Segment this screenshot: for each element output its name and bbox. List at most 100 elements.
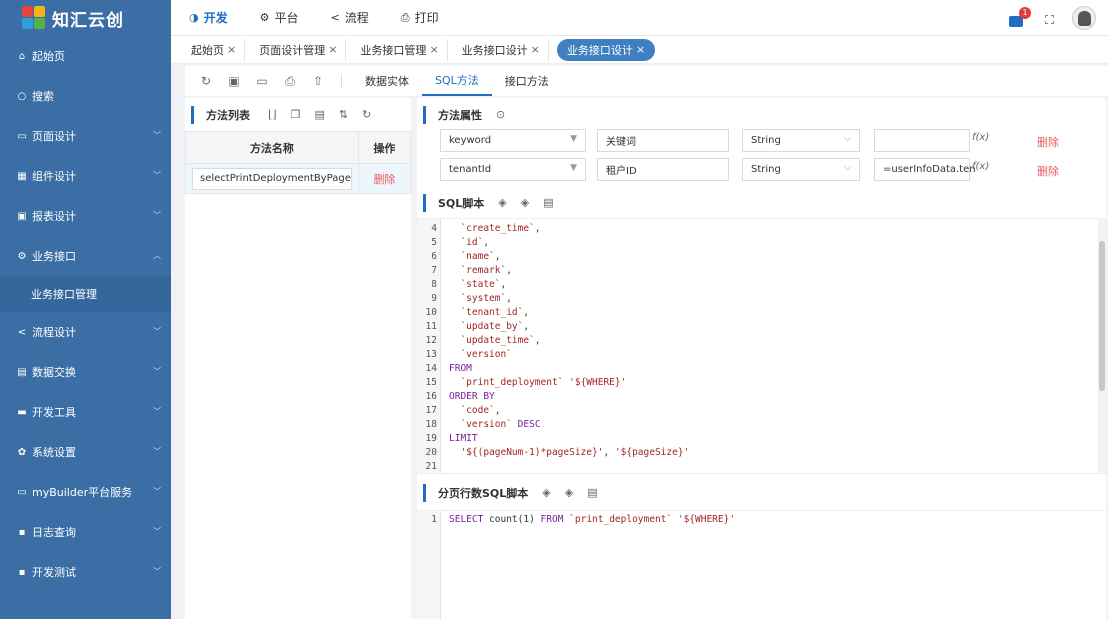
sidebar-item[interactable]: ▤ 数据交换 ﹀ — [0, 352, 171, 392]
top-nav-label: 打印 — [414, 11, 439, 25]
code-line: 21 — [417, 460, 449, 473]
save-icon[interactable]: ▣ — [223, 74, 245, 88]
grid-icon: ▦ — [17, 170, 27, 182]
top-nav-item[interactable]: ⚙ 平台 — [260, 9, 299, 26]
chevron-down-icon: ﹀ — [153, 487, 161, 496]
fx-icon[interactable]: f(x) — [972, 161, 989, 172]
delete-param-button[interactable]: 删除 — [1037, 134, 1059, 150]
cube-icon[interactable]: ◈ — [498, 196, 506, 209]
app-logo[interactable]: 知汇云创 — [0, 0, 171, 36]
param-type-select[interactable]: String ⌵ — [742, 158, 860, 181]
sidebar-item[interactable]: ⌂ 起始页 — [0, 36, 171, 76]
top-nav-item[interactable]: ◑ 开发 — [189, 9, 228, 26]
sidebar-item-label: 搜索 — [32, 90, 54, 103]
fullscreen-icon[interactable] — [1045, 14, 1054, 24]
print-icon[interactable]: ⎙ — [279, 74, 301, 89]
page-tab[interactable]: 业务接口设计 × — [556, 38, 656, 61]
run-icon[interactable]: ⊙ — [496, 108, 505, 121]
top-nav-item[interactable]: < 流程 — [331, 9, 369, 26]
sidebar-item[interactable]: ○ 搜索 — [0, 76, 171, 116]
code-line: 11 `update_by`, — [417, 320, 530, 334]
paste-icon[interactable]: ▤ — [314, 108, 324, 121]
code-text: '${(pageNum-1)*pageSize}', '${pageSize}' — [460, 447, 690, 458]
editor-scrollbar[interactable] — [1098, 219, 1106, 473]
method-name-input[interactable]: selectPrintDeploymentByPage — [192, 167, 352, 190]
sidebar-item[interactable]: ⚙ 业务接口 ︿ — [0, 236, 171, 276]
format-icon[interactable]: ▤ — [543, 196, 553, 209]
avatar[interactable] — [1072, 6, 1096, 30]
param-label-input[interactable]: 关键词 — [597, 129, 729, 152]
sort-icon[interactable]: ⇅ — [339, 108, 348, 121]
method-props-header: 方法属性 ⊙ — [417, 98, 1106, 131]
page-tab-label: 起始页 — [191, 43, 224, 57]
sql-code-editor[interactable]: 4 `create_time`, 5 `id`, 6 `name`, 7 `remar… — [417, 218, 1106, 474]
copy-icon[interactable]: ❐ — [291, 108, 301, 121]
code-text: `create_time`, — [460, 223, 541, 234]
logo-icon — [22, 6, 46, 30]
share-icon: < — [17, 326, 27, 338]
close-icon[interactable]: × — [429, 43, 438, 56]
sub-tab[interactable]: SQL方法 — [422, 66, 492, 96]
close-icon[interactable]: × — [227, 43, 236, 56]
param-type-select[interactable]: String ⌵ — [742, 129, 860, 152]
top-nav-item[interactable]: ⎙ 打印 — [401, 9, 439, 26]
reload-icon[interactable]: ↻ — [362, 108, 371, 121]
chevron-down-icon: ﹀ — [153, 447, 161, 456]
close-icon[interactable]: × — [328, 43, 337, 56]
line-number: 9 — [431, 293, 437, 304]
toolbox-icon: ▬ — [17, 406, 27, 418]
sidebar-item[interactable]: ▦ 组件设计 ﹀ — [0, 156, 171, 196]
param-label-input[interactable]: 租户ID — [597, 158, 729, 181]
method-list-header: 方法列表 ⌊⌋ ❐ ▤ ⇅ ↻ — [185, 98, 411, 131]
param-name-select[interactable]: tenantId ▼ — [440, 158, 586, 181]
refresh-icon[interactable]: ↻ — [195, 74, 217, 88]
sidebar-item[interactable]: < 流程设计 ﹀ — [0, 312, 171, 352]
add-method-icon[interactable]: ⌊⌋ — [268, 108, 277, 121]
sql-script-header: SQL脚本 ◈ ◈ ▤ — [417, 186, 554, 219]
code-text: `code`, — [460, 405, 501, 416]
sidebar-item[interactable]: ▪ 日志查询 ﹀ — [0, 512, 171, 552]
line-number: 13 — [425, 349, 437, 360]
code-text: `name`, — [460, 251, 501, 262]
delete-param-button[interactable]: 删除 — [1037, 163, 1059, 179]
log-icon: ▪ — [18, 526, 26, 538]
message-badge: 1 — [1019, 6, 1031, 19]
sidebar-item[interactable]: ▭ myBuilder平台服务 ﹀ — [0, 472, 171, 512]
sub-tab[interactable]: 数据实体 — [352, 66, 422, 96]
page-tab[interactable]: 业务接口管理 × — [354, 38, 448, 61]
folder-open-icon[interactable]: ▭ — [251, 74, 273, 88]
close-icon[interactable]: × — [531, 43, 540, 56]
monitor-icon: ▭ — [17, 486, 27, 498]
param-expr-input[interactable]: =userInfoData.ten — [874, 158, 976, 181]
param-name-select[interactable]: keyword ▼ — [440, 129, 586, 152]
sidebar-item[interactable]: ▪ 开发测试 ﹀ — [0, 552, 171, 592]
page-tab-label: 业务接口管理 — [360, 43, 427, 57]
count-sql-editor[interactable]: 1 SELECT count(1) FROM `print_deployment`… — [417, 510, 1106, 619]
code-text: `version` — [460, 349, 512, 360]
close-icon[interactable]: × — [636, 43, 645, 56]
export-icon[interactable]: ⇧ — [307, 74, 329, 88]
sub-tab[interactable]: 接口方法 — [492, 66, 562, 96]
delete-method-button[interactable]: 删除 — [357, 163, 412, 194]
column-header-method-name: 方法名称 — [185, 131, 359, 164]
cube-alt-icon[interactable]: ◈ — [521, 196, 529, 209]
cube-alt-icon[interactable]: ◈ — [565, 486, 573, 499]
message-icon[interactable]: 1 — [1009, 6, 1031, 27]
page-tab[interactable]: 起始页 × — [185, 38, 246, 61]
param-expr-input[interactable] — [874, 129, 970, 152]
cube-icon[interactable]: ◈ — [542, 486, 550, 499]
page-tab[interactable]: 业务接口设计 × — [456, 38, 549, 61]
chevron-down-icon: ▼ — [570, 134, 577, 144]
sidebar-subitem[interactable]: 业务接口管理 — [0, 276, 171, 312]
sidebar-item[interactable]: ▣ 报表设计 ﹀ — [0, 196, 171, 236]
printer-icon: ⎙ — [400, 10, 410, 24]
format-icon[interactable]: ▤ — [587, 486, 597, 499]
sidebar-item[interactable]: ✿ 系统设置 ﹀ — [0, 432, 171, 472]
line-number: 20 — [425, 447, 437, 458]
page-tab[interactable]: 页面设计管理 × — [253, 38, 347, 61]
table-row[interactable]: selectPrintDeploymentByPage 删除 — [185, 163, 412, 194]
fx-icon[interactable]: f(x) — [972, 132, 989, 143]
sidebar-item[interactable]: ▬ 开发工具 ﹀ — [0, 392, 171, 432]
page-tab-label: 业务接口设计 — [566, 43, 633, 57]
sidebar-item[interactable]: ▭ 页面设计 ﹀ — [0, 116, 171, 156]
